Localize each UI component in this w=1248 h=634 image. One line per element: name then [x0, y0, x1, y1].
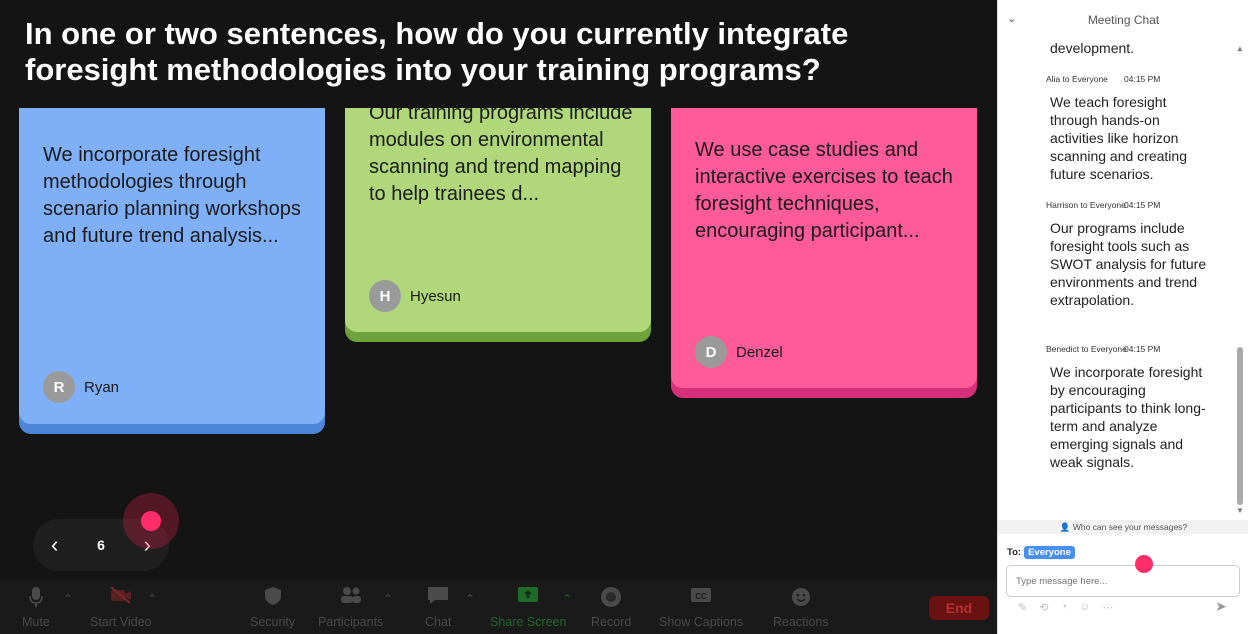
participants-icon [340, 586, 362, 610]
video-off-icon [110, 586, 132, 610]
reactions-button[interactable]: Reactions [773, 586, 829, 629]
security-button[interactable]: Security [250, 586, 295, 629]
microphone-icon [29, 586, 43, 610]
chevron-up-icon[interactable]: ⌃ [562, 592, 572, 606]
start-video-label: Start Video [90, 615, 152, 629]
previous-slide-button[interactable]: ‹ [51, 532, 58, 558]
end-meeting-button[interactable]: End [929, 596, 989, 620]
chat-message-text: We incorporate foresight by encouraging … [1050, 364, 1206, 470]
chat-bubble-icon [427, 586, 449, 610]
chat-button[interactable]: Chat [425, 586, 451, 629]
pointer-dot [1135, 555, 1153, 573]
emoji-icon[interactable]: ☺ [1079, 601, 1090, 614]
chat-sender: Alia to Everyone [1046, 74, 1108, 84]
chat-message-text: Our programs include foresight tools suc… [1050, 220, 1207, 308]
chat-message-meta: Benedict to Everyone 04:15 PM [1046, 344, 1160, 354]
chevron-up-icon[interactable]: ⌃ [63, 592, 73, 606]
user-visibility-icon: 👤 [1059, 522, 1071, 532]
chat-time: 04:15 PM [1124, 344, 1161, 354]
start-video-button[interactable]: Start Video [90, 586, 152, 629]
security-label: Security [250, 615, 296, 629]
who-can-see-label: Who can see your messages? [1072, 522, 1188, 532]
mute-button[interactable]: Mute [22, 586, 50, 629]
svg-text:CC: CC [695, 592, 707, 601]
show-captions-button[interactable]: CC Show Captions [659, 586, 743, 629]
chevron-up-icon[interactable]: ⌃ [147, 592, 157, 606]
scroll-up-arrow-icon[interactable]: ▲ [1236, 44, 1244, 53]
participants-button[interactable]: Participants [318, 586, 383, 629]
chat-message-meta: Harrison to Everyone 04:15 PM [1046, 200, 1160, 210]
chat-formatting-tools: ✎ ⟲ ◔ ☺ ⋯ [1018, 601, 1113, 614]
record-icon [600, 586, 622, 610]
chat-scrollbar[interactable]: ▲ ▼ [1236, 44, 1244, 519]
show-captions-label: Show Captions [659, 615, 744, 629]
recipient-select[interactable]: Everyone [1024, 546, 1075, 559]
share-screen-button[interactable]: Share Screen [490, 586, 566, 629]
chat-sender: Benedict to Everyone [1046, 344, 1127, 354]
scrollbar-thumb[interactable] [1237, 347, 1243, 505]
meeting-toolbar: Mute ⌃ Start Video ⌃ Security Participan… [0, 580, 997, 634]
chevron-up-icon[interactable]: ⌃ [465, 592, 475, 606]
sticky-note-denzel: We use case studies and interactive exer… [671, 70, 977, 398]
chat-message-meta: Alia to Everyone 04:15 PM [1046, 74, 1160, 84]
shield-icon [264, 586, 282, 610]
sticky-note-ryan: We incorporate foresight methodologies t… [19, 70, 325, 434]
chat-title: Meeting Chat [1087, 13, 1160, 27]
who-can-see-link[interactable]: 👤 Who can see your messages? [998, 520, 1248, 534]
record-button[interactable]: Record [591, 586, 631, 629]
note-author: H Hyesun [369, 280, 461, 312]
chevron-up-icon[interactable]: ⌃ [383, 592, 393, 606]
note-text: We use case studies and interactive exer… [695, 139, 953, 242]
avatar: R [43, 371, 75, 403]
scroll-down-arrow-icon[interactable]: ▼ [1236, 506, 1244, 515]
mute-label: Mute [22, 615, 50, 629]
question-title: In one or two sentences, how do you curr… [25, 16, 849, 87]
file-icon[interactable]: ◔ [1060, 601, 1067, 614]
chat-message-input[interactable] [1006, 565, 1240, 597]
format-text-icon[interactable]: ✎ [1018, 601, 1027, 614]
note-author: R Ryan [43, 371, 119, 403]
author-name: Ryan [84, 378, 120, 396]
note-text: We incorporate foresight methodologies t… [43, 144, 301, 247]
record-label: Record [591, 615, 632, 629]
share-screen-label: Share Screen [490, 615, 567, 629]
screenshot-icon[interactable]: ⟲ [1039, 601, 1048, 614]
reactions-icon [790, 586, 812, 610]
avatar: D [695, 336, 727, 368]
chat-label: Chat [425, 615, 452, 629]
send-icon[interactable]: ➤ [1211, 598, 1231, 616]
chat-sender: Harrison to Everyone [1046, 200, 1126, 210]
chat-message-list[interactable]: development. Alia to Everyone 04:15 PM W… [998, 36, 1248, 520]
shared-screen-stage: We incorporate foresight methodologies t… [0, 0, 997, 580]
meeting-chat-panel: ⌄ Meeting Chat development. Alia to Ever… [997, 0, 1248, 634]
to-label: To: [1007, 547, 1022, 558]
pointer-dot [141, 511, 161, 531]
page-number: 6 [97, 537, 105, 553]
chat-time: 04:15 PM [1124, 74, 1161, 84]
author-name: Hyesun [410, 287, 461, 305]
captions-icon: CC [690, 586, 712, 610]
chat-header: ⌄ Meeting Chat [998, 0, 1248, 40]
more-icon[interactable]: ⋯ [1102, 601, 1113, 614]
chat-message-text: development. [1050, 40, 1135, 56]
reactions-label: Reactions [773, 615, 829, 629]
share-screen-icon [517, 586, 539, 610]
note-text: Our training programs include modules on… [369, 102, 633, 205]
note-author: D Denzel [695, 336, 783, 368]
recipient-row: To: Everyone [1007, 546, 1075, 559]
author-name: Denzel [736, 343, 783, 361]
avatar: H [369, 280, 401, 312]
chat-time: 04:15 PM [1124, 200, 1161, 210]
chat-message-text: We teach foresight through hands-on acti… [1050, 94, 1187, 182]
participants-label: Participants [318, 615, 384, 629]
